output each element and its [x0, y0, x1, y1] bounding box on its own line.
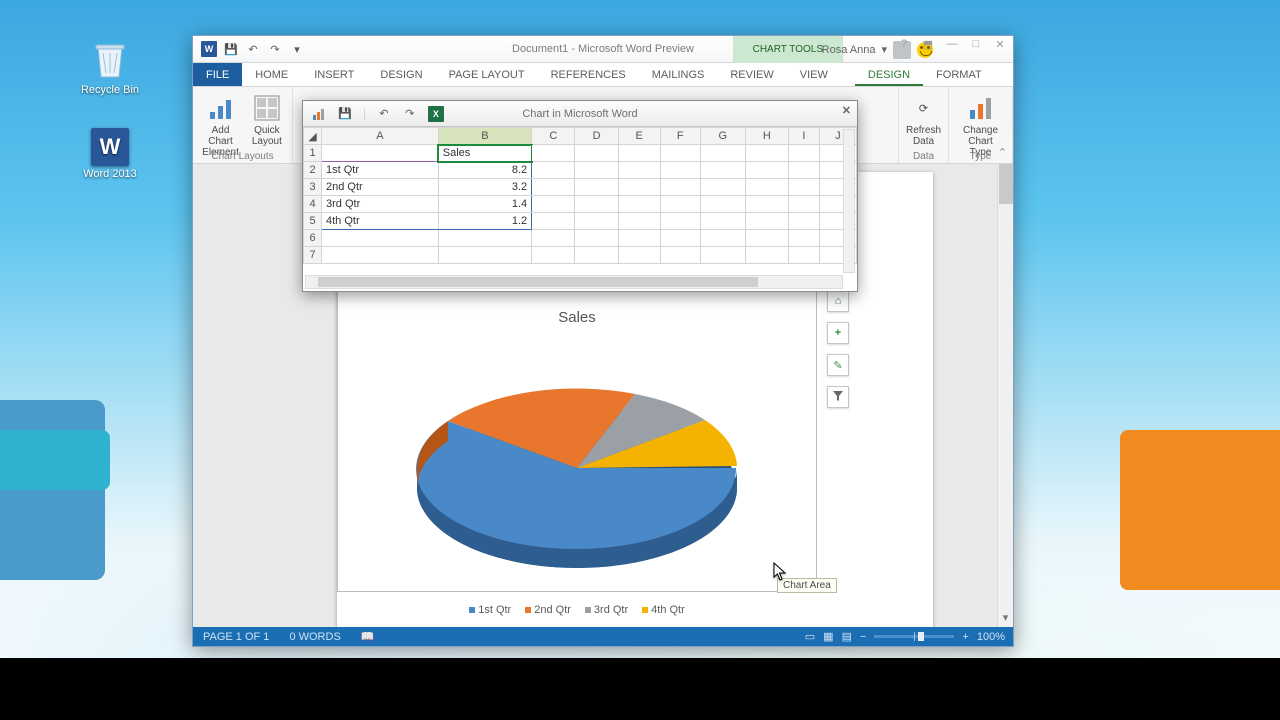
read-mode-icon[interactable]: ▭: [805, 630, 815, 643]
tab-insert[interactable]: INSERT: [301, 63, 367, 86]
col-header[interactable]: B: [438, 128, 531, 145]
web-layout-icon[interactable]: ▤: [842, 630, 852, 643]
desktop-icon-label: Word 2013: [72, 168, 148, 180]
minimize-icon[interactable]: —: [943, 38, 961, 51]
chart-filters-button[interactable]: [827, 386, 849, 408]
brush-icon: ✎: [833, 359, 842, 372]
scroll-down-icon[interactable]: ▾: [998, 611, 1013, 627]
chart-icon: [311, 106, 327, 122]
tab-chart-format[interactable]: FORMAT: [923, 63, 995, 86]
save-icon[interactable]: 💾: [223, 41, 239, 57]
chart-side-buttons: ⌂ + ✎: [827, 290, 849, 418]
change-chart-type-icon: [965, 92, 997, 124]
status-bar: PAGE 1 OF 1 0 WORDS 📖 ▭ ▦ ▤ − + 100%: [193, 627, 1013, 646]
col-header[interactable]: G: [700, 128, 745, 145]
tab-mailings[interactable]: MAILINGS: [639, 63, 718, 86]
col-header[interactable]: F: [660, 128, 700, 145]
col-header[interactable]: I: [789, 128, 820, 145]
funnel-icon: [832, 390, 844, 405]
cell-b1[interactable]: Sales: [438, 145, 531, 162]
refresh-icon: ⟳: [908, 92, 940, 124]
spellcheck-icon[interactable]: 📖: [351, 630, 385, 643]
ribbon-display-icon[interactable]: ⬒: [919, 38, 937, 51]
save-icon[interactable]: 💾: [337, 106, 353, 122]
scroll-thumb[interactable]: [999, 164, 1013, 204]
zoom-slider[interactable]: [874, 635, 954, 638]
collapse-ribbon-icon[interactable]: ⌃: [998, 146, 1007, 159]
undo-icon[interactable]: ↶: [376, 106, 392, 122]
desktop-word-shortcut[interactable]: Word 2013: [72, 128, 148, 180]
chart-legend: 1st Qtr 2nd Qtr 3rd Qtr 4th Qtr: [338, 604, 816, 616]
zoom-in-icon[interactable]: +: [962, 631, 968, 643]
tab-view[interactable]: VIEW: [787, 63, 841, 86]
ribbon-tabs: FILE HOME INSERT DESIGN PAGE LAYOUT REFE…: [193, 63, 1013, 87]
print-layout-icon[interactable]: ▦: [823, 630, 833, 643]
select-all-cell[interactable]: ◢: [304, 128, 322, 145]
tab-home[interactable]: HOME: [242, 63, 301, 86]
qat-more-icon[interactable]: ▾: [289, 41, 305, 57]
datasheet-vscroll[interactable]: [843, 129, 855, 273]
excel-icon[interactable]: X: [428, 106, 444, 122]
tab-references[interactable]: REFERENCES: [538, 63, 639, 86]
add-chart-element-icon: [205, 92, 237, 124]
chart-title: Sales: [338, 303, 816, 332]
ribbon-group-label: Chart Layouts: [193, 151, 292, 162]
chart-elements-button[interactable]: +: [827, 322, 849, 344]
chart-area-tooltip: Chart Area: [777, 578, 837, 593]
col-header[interactable]: A: [322, 128, 439, 145]
close-icon[interactable]: ✕: [991, 38, 1009, 51]
user-name: Rosa Anna: [822, 44, 876, 56]
col-header[interactable]: E: [618, 128, 660, 145]
col-header[interactable]: C: [532, 128, 575, 145]
status-page: PAGE 1 OF 1: [193, 631, 279, 643]
maximize-icon[interactable]: □: [967, 38, 985, 51]
title-bar: W 💾 ↶ ↷ ▾ Document1 - Microsoft Word Pre…: [193, 36, 1013, 63]
zoom-out-icon[interactable]: −: [860, 631, 866, 643]
chart-layout-options-button[interactable]: ⌂: [827, 290, 849, 312]
word-icon: [91, 128, 129, 166]
quick-layout-icon: [251, 92, 283, 124]
tab-pagelayout[interactable]: PAGE LAYOUT: [436, 63, 538, 86]
refresh-data-button[interactable]: ⟳ Refresh Data: [902, 90, 945, 149]
chart-datasheet-window: 💾 | ↶ ↷ X Chart in Microsoft Word ✕ ◢ A …: [302, 100, 858, 292]
recycle-bin-icon: [87, 36, 133, 82]
col-header[interactable]: D: [575, 128, 618, 145]
pie-chart[interactable]: [397, 338, 757, 598]
chart-styles-button[interactable]: ✎: [827, 354, 849, 376]
datasheet-hscroll[interactable]: [305, 275, 843, 289]
status-words: 0 WORDS: [279, 631, 350, 643]
help-icon[interactable]: ?: [895, 38, 913, 51]
desktop-recycle-bin[interactable]: Recycle Bin: [72, 36, 148, 96]
quick-layout-button[interactable]: Quick Layout: [247, 90, 287, 160]
desktop-icon-label: Recycle Bin: [72, 84, 148, 96]
undo-icon[interactable]: ↶: [245, 41, 261, 57]
tab-design[interactable]: DESIGN: [367, 63, 435, 86]
vertical-scrollbar[interactable]: ▴ ▾: [997, 164, 1013, 627]
data-grid[interactable]: ◢ A B C D E F G H I J 1 Sales 21st Qtr8.…: [303, 127, 857, 267]
datasheet-title-bar: 💾 | ↶ ↷ X Chart in Microsoft Word ✕: [303, 101, 857, 127]
redo-icon[interactable]: ↷: [402, 106, 418, 122]
zoom-level[interactable]: 100%: [977, 631, 1005, 643]
ribbon-group-label: Data: [899, 151, 948, 162]
plus-icon: +: [835, 327, 841, 339]
add-chart-element-button[interactable]: Add Chart Element: [198, 90, 243, 160]
close-icon[interactable]: ✕: [842, 104, 851, 117]
redo-icon[interactable]: ↷: [267, 41, 283, 57]
word-icon: W: [201, 41, 217, 57]
tab-file[interactable]: FILE: [193, 63, 242, 86]
tab-review[interactable]: REVIEW: [717, 63, 786, 86]
layout-icon: ⌂: [835, 295, 842, 307]
col-header[interactable]: H: [745, 128, 788, 145]
tab-chart-design[interactable]: DESIGN: [855, 63, 923, 86]
